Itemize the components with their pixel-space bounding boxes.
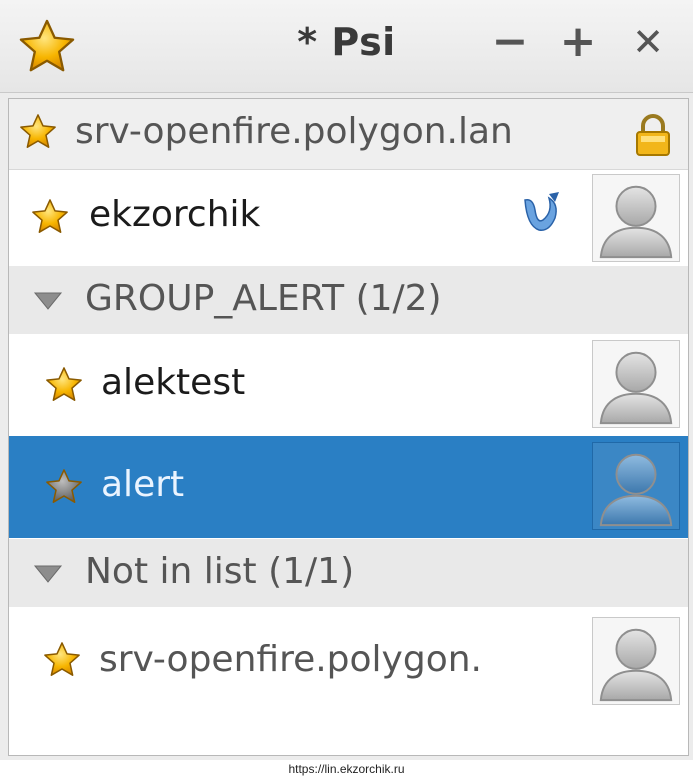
- minimize-button[interactable]: −: [488, 18, 532, 66]
- collapse-arrow-icon[interactable]: [33, 563, 63, 585]
- lock-icon: [636, 114, 670, 156]
- contact-row-alert[interactable]: alert: [9, 436, 688, 538]
- account-name: srv-openfire.polygon.lan: [75, 111, 513, 152]
- contact-row-alektest[interactable]: alektest: [9, 334, 688, 436]
- collapse-arrow-icon[interactable]: [33, 290, 63, 312]
- avatar: [592, 617, 680, 705]
- client-icon: [524, 192, 559, 231]
- title-bar[interactable]: * Psi − + ✕: [0, 0, 693, 93]
- contact-roster[interactable]: srv-openfire.polygon.lan ekzorchik GROUP…: [8, 98, 689, 756]
- avatar: [592, 442, 680, 530]
- contact-name: alert: [101, 464, 185, 505]
- maximize-button[interactable]: +: [556, 18, 600, 66]
- group-label: Not in list (1/1): [85, 551, 355, 592]
- star-icon: [19, 113, 57, 151]
- contact-row-srv-openfire[interactable]: srv-openfire.polygon.: [9, 607, 688, 717]
- contact-name: srv-openfire.polygon.: [99, 639, 482, 680]
- contact-name: alektest: [101, 362, 246, 403]
- star-icon: [31, 198, 69, 236]
- contact-name: ekzorchik: [89, 194, 261, 235]
- star-icon: [45, 366, 83, 404]
- psi-window: * Psi − + ✕ srv-openfire.polygon.lan ekz…: [0, 0, 693, 760]
- star-icon: [43, 641, 81, 679]
- group-label: GROUP_ALERT (1/2): [85, 278, 442, 319]
- contact-row-self[interactable]: ekzorchik: [9, 170, 688, 266]
- group-header-group-alert[interactable]: GROUP_ALERT (1/2): [9, 266, 688, 334]
- footer-url: https://lin.ekzorchik.ru: [288, 762, 405, 776]
- close-button[interactable]: ✕: [626, 18, 670, 66]
- star-offline-icon: [45, 468, 83, 506]
- group-header-not-in-list[interactable]: Not in list (1/1): [9, 539, 688, 607]
- avatar: [592, 340, 680, 428]
- account-row[interactable]: srv-openfire.polygon.lan: [9, 99, 688, 170]
- avatar: [592, 174, 680, 262]
